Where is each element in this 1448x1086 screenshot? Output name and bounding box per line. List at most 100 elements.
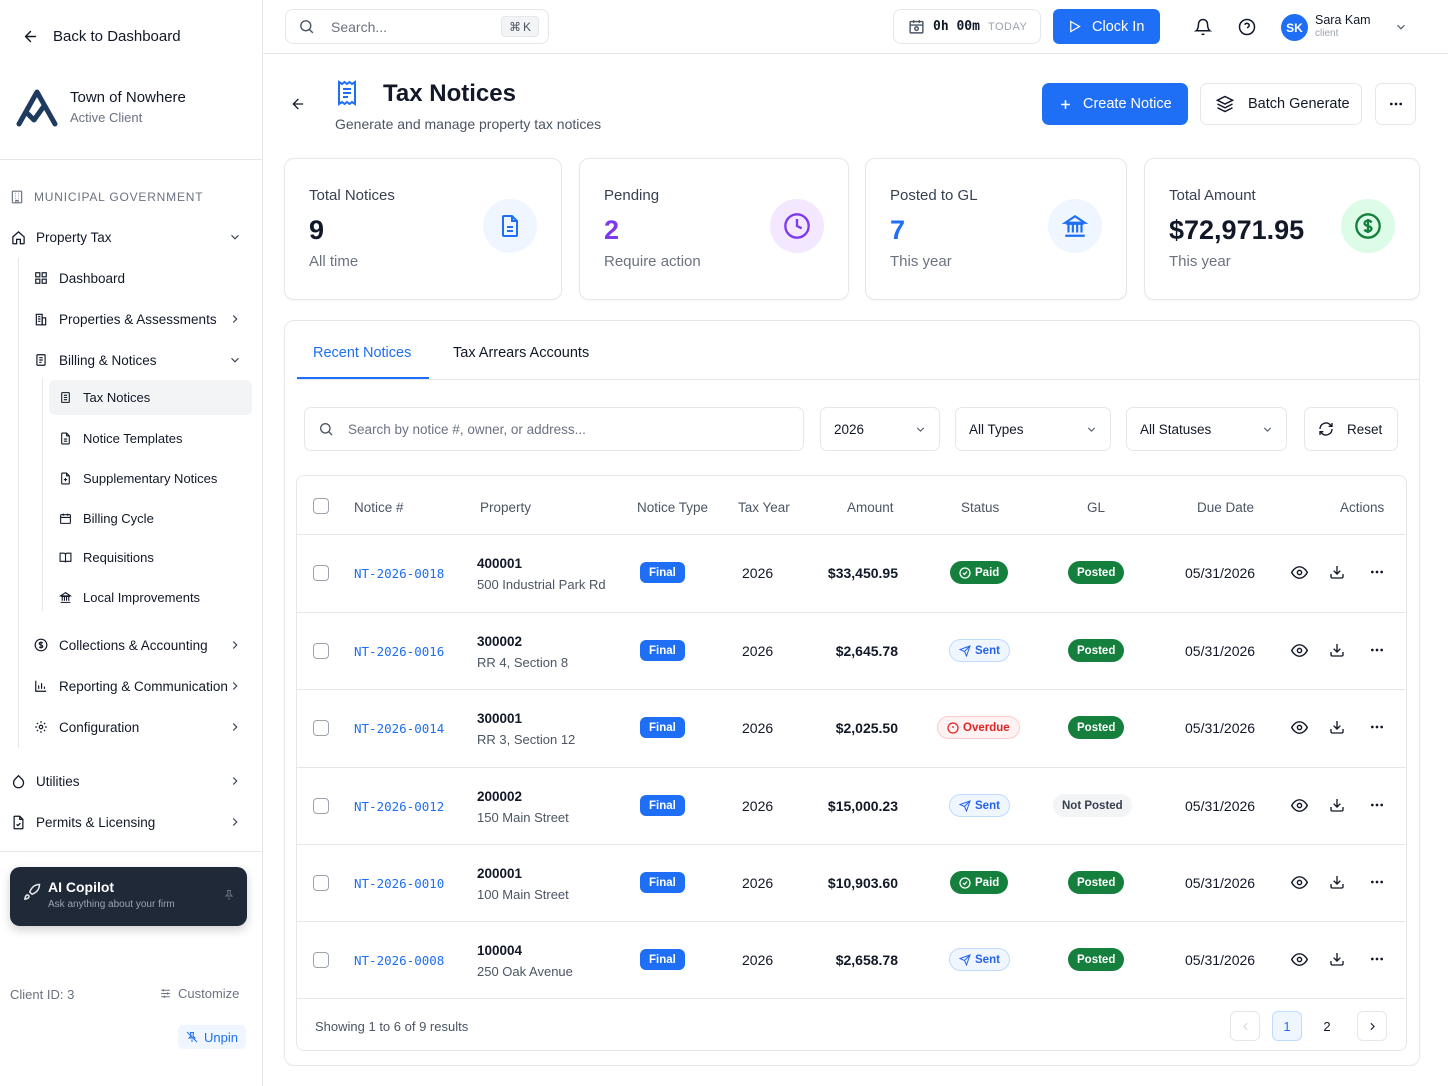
property-address: 500 Industrial Park Rd — [477, 577, 606, 592]
row-checkbox[interactable] — [313, 720, 329, 736]
view-button[interactable] — [1290, 718, 1308, 736]
more-options-button[interactable] — [1375, 83, 1416, 125]
row-checkbox[interactable] — [313, 875, 329, 891]
table-row[interactable]: NT-2026-0012 200002 150 Main Street Final 20… — [297, 767, 1406, 844]
tax-year: 2026 — [742, 565, 774, 581]
nav-utilities[interactable]: Utilities — [0, 770, 262, 792]
global-search-input[interactable]: Search... ⌘ K — [285, 9, 549, 44]
tax-year: 2026 — [742, 720, 774, 736]
table-row[interactable]: NT-2026-0018 400001 500 Industrial Park Rd… — [297, 534, 1406, 612]
view-button[interactable] — [1290, 563, 1308, 581]
clock-in-button[interactable]: Clock In — [1053, 9, 1160, 44]
table-row[interactable]: NT-2026-0016 300002 RR 4, Section 8 Final 20… — [297, 612, 1406, 689]
user-avatar[interactable]: SK — [1281, 14, 1308, 41]
ai-copilot-card[interactable]: AI Copilot Ask anything about your firm — [10, 867, 247, 926]
droplet-icon — [10, 773, 26, 789]
nav-permits[interactable]: Permits & Licensing — [0, 811, 262, 833]
property-address: RR 3, Section 12 — [477, 732, 576, 747]
unpin-button[interactable]: Unpin — [178, 1025, 246, 1049]
nav-requisitions[interactable]: Requisitions — [49, 547, 252, 567]
reset-button[interactable]: Reset — [1304, 407, 1398, 451]
page-button-1[interactable]: 1 — [1272, 1011, 1302, 1041]
nav-billing-cycle[interactable]: Billing Cycle — [49, 508, 252, 528]
user-menu[interactable]: Sara Kam client — [1315, 13, 1371, 39]
nav-configuration[interactable]: Configuration — [0, 716, 262, 738]
nav-local-improvements[interactable]: Local Improvements — [49, 587, 252, 607]
notice-number-link[interactable]: NT-2026-0012 — [354, 799, 444, 814]
pin-icon[interactable] — [223, 889, 235, 901]
row-more-button[interactable] — [1368, 641, 1386, 659]
row-checkbox[interactable] — [313, 798, 329, 814]
nav-supplementary-notices[interactable]: Supplementary Notices — [49, 468, 252, 488]
tab-recent-notices[interactable]: Recent Notices — [313, 345, 411, 361]
row-more-button[interactable] — [1368, 950, 1386, 968]
notice-number-link[interactable]: NT-2026-0010 — [354, 876, 444, 891]
table-row[interactable]: NT-2026-0010 200001 100 Main Street Final 20… — [297, 844, 1406, 921]
prev-page-button[interactable] — [1230, 1011, 1260, 1041]
download-button[interactable] — [1328, 718, 1346, 736]
nav-dashboard[interactable]: Dashboard — [0, 267, 262, 289]
row-more-button[interactable] — [1368, 873, 1386, 891]
nav-reporting[interactable]: Reporting & Communication — [0, 675, 262, 697]
table-row[interactable]: NT-2026-0014 300001 RR 3, Section 12 Final 2… — [297, 689, 1406, 767]
download-button[interactable] — [1328, 873, 1346, 891]
arrow-left-icon[interactable] — [290, 96, 306, 112]
bell-icon[interactable] — [1194, 18, 1212, 36]
row-more-button[interactable] — [1368, 563, 1386, 581]
column-header[interactable]: Notice # — [354, 500, 404, 515]
customize-button[interactable]: Customize — [159, 986, 239, 1001]
nav-property-tax[interactable]: Property Tax — [0, 226, 262, 248]
notice-number-link[interactable]: NT-2026-0008 — [354, 953, 444, 968]
download-button[interactable] — [1328, 950, 1346, 968]
eye-icon — [1290, 952, 1308, 966]
row-checkbox[interactable] — [313, 565, 329, 581]
row-more-button[interactable] — [1368, 718, 1386, 736]
next-page-button[interactable] — [1357, 1011, 1387, 1041]
chevron-right-icon — [232, 777, 238, 785]
column-header[interactable]: Notice Type — [637, 500, 708, 515]
view-button[interactable] — [1290, 641, 1308, 659]
column-header[interactable]: Due Date — [1197, 500, 1254, 515]
view-button[interactable] — [1290, 950, 1308, 968]
type-select[interactable]: All Types — [955, 407, 1111, 451]
tab-tax-arrears[interactable]: Tax Arrears Accounts — [453, 345, 589, 361]
download-button[interactable] — [1328, 563, 1346, 581]
download-button[interactable] — [1328, 641, 1346, 659]
row-checkbox[interactable] — [313, 952, 329, 968]
table-row[interactable]: NT-2026-0008 100004 250 Oak Avenue Final 202… — [297, 921, 1406, 998]
notice-number-link[interactable]: NT-2026-0018 — [354, 566, 444, 581]
file-check-icon — [10, 814, 26, 830]
search-icon — [300, 20, 314, 34]
nav-collections[interactable]: Collections & Accounting — [0, 634, 262, 656]
grid-icon — [33, 270, 49, 286]
time-tracker[interactable]: 0h 00m TODAY — [893, 9, 1041, 44]
select-all-checkbox[interactable] — [313, 498, 329, 514]
column-header[interactable]: Tax Year — [738, 500, 790, 515]
chevron-down-icon[interactable] — [1394, 20, 1408, 34]
back-to-dashboard-link[interactable]: Back to Dashboard — [22, 28, 181, 45]
notice-number-link[interactable]: NT-2026-0014 — [354, 721, 444, 736]
gl-badge: Posted — [1068, 948, 1125, 971]
column-header[interactable]: Amount — [847, 500, 894, 515]
eye-icon — [1290, 720, 1308, 734]
nav-notice-templates[interactable]: Notice Templates — [49, 428, 252, 448]
view-button[interactable] — [1290, 796, 1308, 814]
year-select[interactable]: 2026 — [820, 407, 940, 451]
nav-properties[interactable]: Properties & Assessments — [0, 308, 262, 330]
column-header[interactable]: Property — [480, 500, 531, 515]
view-button[interactable] — [1290, 873, 1308, 891]
download-button[interactable] — [1328, 796, 1346, 814]
create-notice-button[interactable]: Create Notice — [1042, 83, 1188, 125]
row-more-button[interactable] — [1368, 796, 1386, 814]
batch-generate-button[interactable]: Batch Generate — [1200, 83, 1362, 125]
row-checkbox[interactable] — [313, 643, 329, 659]
nav-tax-notices[interactable]: Tax Notices — [49, 380, 252, 415]
column-header[interactable]: GL — [1087, 500, 1105, 515]
page-button-2[interactable]: 2 — [1312, 1011, 1342, 1041]
notice-number-link[interactable]: NT-2026-0016 — [354, 644, 444, 659]
status-select[interactable]: All Statuses — [1126, 407, 1287, 451]
nav-billing[interactable]: Billing & Notices — [0, 349, 262, 371]
help-icon[interactable] — [1238, 18, 1256, 36]
notice-search-input[interactable]: Search by notice #, owner, or address... — [304, 407, 804, 451]
column-header[interactable]: Status — [961, 500, 999, 515]
